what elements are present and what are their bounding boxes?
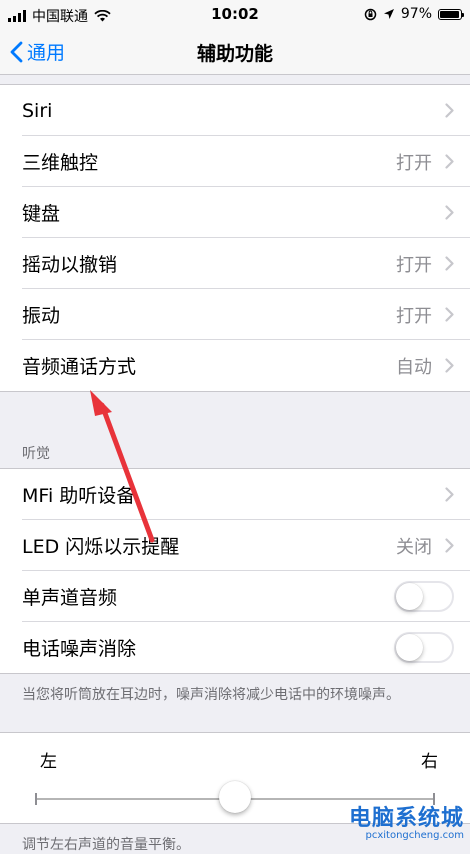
settings-row-led-flash-alerts[interactable]: LED 闪烁以示提醒 关闭 — [0, 520, 470, 571]
row-label: 三维触控 — [22, 152, 99, 174]
page-title: 辅助功能 — [196, 43, 273, 65]
navigation-bar: 通用 辅助功能 — [0, 28, 470, 75]
chevron-right-icon — [445, 358, 454, 373]
location-icon — [383, 9, 394, 19]
settings-row-vibration[interactable]: 振动 打开 — [0, 289, 470, 340]
balance-left-label: 左 — [40, 752, 57, 772]
row-label: 电话噪声消除 — [22, 638, 137, 660]
orientation-lock-icon — [364, 8, 377, 20]
settings-row-call-audio-routing[interactable]: 音频通话方式 自动 — [0, 340, 470, 391]
settings-row-mono-audio[interactable]: 单声道音频 — [0, 571, 470, 622]
chevron-right-icon — [445, 307, 454, 322]
watermark-title: 电脑系统城 — [348, 806, 464, 831]
chevron-right-icon — [445, 205, 454, 220]
status-bar: 中国联通 10:02 97% — [0, 0, 470, 28]
battery-percent: 97% — [400, 6, 432, 22]
toggle-knob — [396, 634, 423, 661]
watermark: 电脑系统城 pcxitongcheng.com — [349, 800, 464, 841]
row-label: 振动 — [22, 305, 61, 327]
row-label: LED 闪烁以示提醒 — [22, 536, 180, 558]
chevron-right-icon — [445, 103, 454, 118]
balance-left-tick — [35, 793, 37, 805]
settings-row-keyboard[interactable]: 键盘 — [0, 187, 470, 238]
noise-cancellation-footnote: 当您将听筒放在耳边时，噪声消除将减少电话中的环境噪声。 — [22, 687, 400, 703]
balance-footnote: 调节左右声道的音量平衡。 — [22, 837, 190, 853]
balance-slider-thumb[interactable] — [219, 781, 251, 813]
battery-fill — [440, 10, 460, 18]
row-label: Siri — [22, 99, 53, 122]
row-label: MFi 助听设备 — [22, 485, 136, 507]
row-label: 音频通话方式 — [22, 356, 137, 378]
row-value: 打开 — [396, 305, 432, 327]
row-value: 关闭 — [396, 536, 432, 558]
watermark-url: pcxitongcheng.com — [365, 830, 464, 841]
row-value: 打开 — [396, 254, 432, 276]
settings-row-siri[interactable]: Siri — [0, 85, 470, 136]
toggle-knob — [396, 583, 423, 610]
chevron-right-icon — [445, 154, 454, 169]
chevron-right-icon — [445, 256, 454, 271]
row-value: 自动 — [396, 356, 432, 378]
settings-row-mfi-hearing-devices[interactable]: MFi 助听设备 — [0, 469, 470, 520]
battery-icon — [438, 8, 464, 20]
chevron-right-icon — [445, 538, 454, 553]
chevron-right-icon — [445, 487, 454, 502]
row-label: 键盘 — [22, 203, 61, 225]
row-label: 单声道音频 — [22, 587, 118, 609]
general-settings-group: Siri 三维触控 打开 键盘 摇动以撤销 打开 振动 打开 音频通话方式 自动 — [0, 84, 470, 392]
hearing-section-header: 听觉 — [22, 446, 50, 462]
balance-right-label: 右 — [421, 752, 438, 772]
hearing-group: MFi 助听设备 LED 闪烁以示提醒 关闭单声道音频电话噪声消除 — [0, 468, 470, 674]
row-label: 摇动以撤销 — [22, 254, 118, 276]
phone-noise-cancellation-toggle[interactable] — [394, 632, 454, 663]
settings-row-phone-noise-cancellation[interactable]: 电话噪声消除 — [0, 622, 470, 673]
mono-audio-toggle[interactable] — [394, 581, 454, 612]
settings-row-3d-touch[interactable]: 三维触控 打开 — [0, 136, 470, 187]
row-value: 打开 — [396, 152, 432, 174]
status-right: 97% — [364, 6, 464, 22]
settings-row-shake-to-undo[interactable]: 摇动以撤销 打开 — [0, 238, 470, 289]
